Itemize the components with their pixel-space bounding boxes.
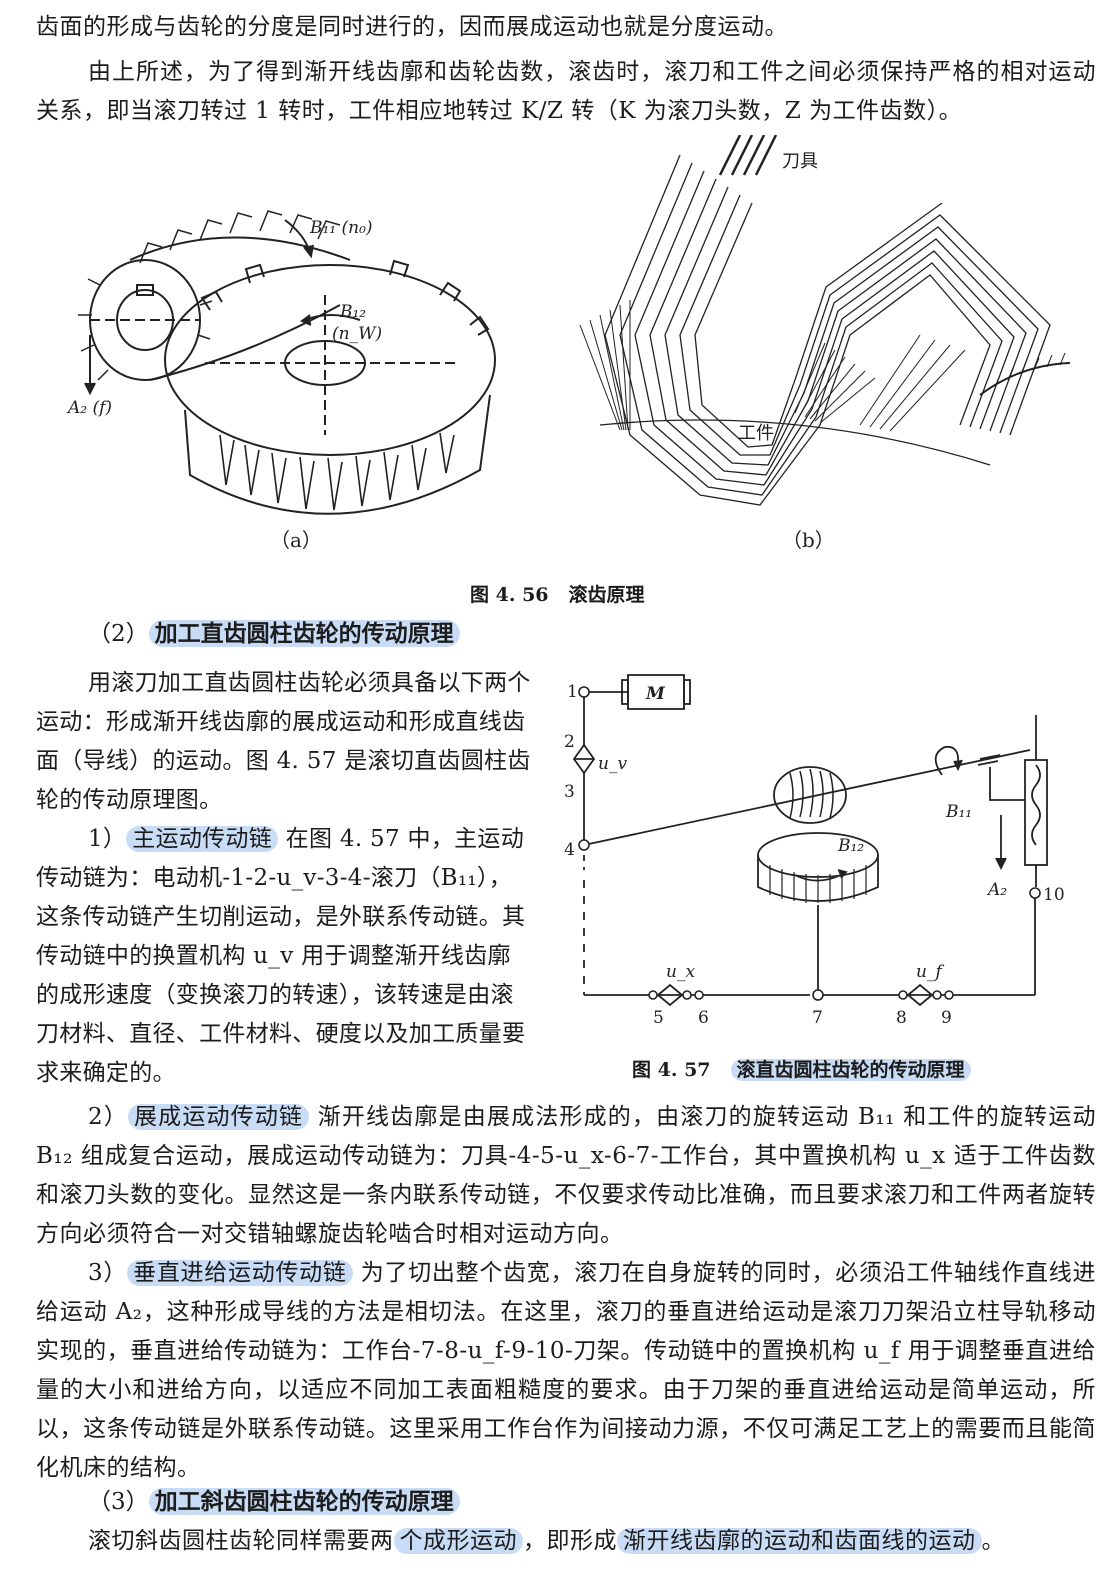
item-1-body: 在图 4. 57 中，主运动传动链为：电动机-1-2-u_v-3-4-滚刀（B₁…: [36, 826, 526, 1086]
section-3-heading: （3） 加工斜齿圆柱齿轮的传动原理: [88, 1484, 460, 1520]
caption-number: 图 4. 57: [632, 1059, 711, 1081]
caption-text: 滚齿原理: [568, 584, 645, 606]
item-3-title: 垂直进给运动传动链: [127, 1260, 353, 1286]
item-2-paragraph: 2） 展成运动传动链 渐开线齿廓是由展成法形成的，由滚刀的旋转运动 B₁₁ 和工件…: [36, 1098, 1096, 1254]
item-3-body: 为了切出整个齿宽，滚刀在自身旋转的同时，必须沿工件轴线作直线进给运动 A₂，这种…: [36, 1260, 1097, 1481]
hob-gear-drawing: [78, 210, 496, 515]
label-b11-n0: B₁₁ (n₀): [309, 218, 373, 238]
node-1: 1: [567, 682, 578, 702]
last-mid: ，即形成: [523, 1528, 617, 1554]
caption-number: 图 4. 56: [470, 584, 549, 606]
node-3: 3: [564, 782, 575, 802]
caption-text: 滚直齿圆柱齿轮的传动原理: [730, 1059, 971, 1081]
last-highlight-2: 渐开线齿廓的运动和齿面线的运动: [617, 1528, 982, 1554]
item-1-paragraph: 1） 主运动传动链 在图 4. 57 中，主运动传动链为：电动机-1-2-u_v-…: [36, 820, 534, 1093]
section-2-title: 加工直齿圆柱齿轮的传动原理: [148, 620, 460, 647]
last-post: 。: [981, 1528, 1005, 1554]
figure-4-57: M 1 2 3 4 u_v u_x u_f 5 6 7 8 9 10 B₁₁ B…: [564, 674, 1065, 1028]
section-2-heading: （2） 加工直齿圆柱齿轮的传动原理: [88, 616, 460, 652]
left-column: 用滚刀加工直齿圆柱齿轮必须具备以下两个运动：形成渐开线齿廓的展成运动和形成直线齿…: [36, 664, 534, 1093]
label-tool: 刀具: [782, 151, 818, 172]
label-b12: B₁₂: [339, 302, 366, 322]
item-3-prefix: 3）: [88, 1260, 128, 1286]
item-2-title: 展成运动传动链: [127, 1104, 310, 1130]
section-3-title: 加工斜齿圆柱齿轮的传动原理: [148, 1488, 460, 1515]
envelope-drawing: [579, 135, 1071, 506]
node-6: 6: [698, 1008, 709, 1028]
item-1-prefix: 1）: [88, 826, 127, 852]
fig-a-labels: B₁₁ (n₀) B₁₂ (n_W) A₂ (f): [66, 218, 382, 418]
node-4: 4: [564, 840, 575, 860]
label-nw: (n_W): [332, 324, 382, 344]
b12-label: B₁₂: [837, 836, 864, 856]
figure-4-56-caption: 图 4. 56 滚齿原理: [470, 580, 645, 607]
label-workpiece: 工件: [738, 423, 774, 444]
node-8: 8: [896, 1008, 907, 1028]
last-pre: 滚切斜齿圆柱齿轮同样需要两: [88, 1528, 394, 1554]
a2-label: A₂: [986, 880, 1007, 900]
section-2-prefix: （2）: [88, 621, 149, 647]
b11-label: B₁₁: [945, 802, 972, 822]
sublabel-b: （b）: [782, 528, 835, 552]
uf-label: u_f: [916, 962, 944, 982]
item-2-prefix: 2）: [88, 1104, 128, 1130]
intro-paragraph: 用滚刀加工直齿圆柱齿轮必须具备以下两个运动：形成渐开线齿廓的展成运动和形成直线齿…: [36, 670, 531, 813]
node-9: 9: [941, 1008, 952, 1028]
item-3-paragraph: 3） 垂直进给运动传动链 为了切出整个齿宽，滚刀在自身旋转的同时，必须沿工件轴线作…: [36, 1254, 1096, 1488]
motor-label: M: [645, 684, 666, 704]
item-1-title: 主运动传动链: [126, 826, 279, 852]
figure-4-56: B₁₁ (n₀) B₁₂ (n_W) A₂ (f) 刀具 工件 （a） （b）: [66, 135, 1071, 552]
last-line: 滚切斜齿圆柱齿轮同样需要两 个成形运动 ，即形成 渐开线齿廓的运动和齿面线的运动。: [36, 1522, 1096, 1561]
node-2: 2: [564, 732, 575, 752]
label-a2-f: A₂ (f): [66, 398, 112, 418]
section-3-prefix: （3）: [88, 1489, 149, 1515]
text-line-1: 齿面的形成与齿轮的分度是同时进行的，因而展成运动也就是分度运动。: [36, 14, 788, 40]
uv-label: u_v: [598, 754, 627, 774]
ux-label: u_x: [666, 962, 695, 982]
node-7: 7: [812, 1008, 823, 1028]
sublabel-a: （a）: [270, 528, 322, 552]
last-highlight-1: 个成形运动: [393, 1528, 523, 1554]
figure-4-57-caption: 图 4. 57 滚直齿圆柱齿轮的传动原理: [632, 1055, 971, 1082]
node-10: 10: [1043, 885, 1065, 905]
node-5: 5: [653, 1008, 664, 1028]
paragraph-hobbing-relation: 由上所述，为了得到渐开线齿廓和齿轮齿数，滚齿时，滚刀和工件之间必须保持严格的相对…: [36, 59, 1096, 124]
